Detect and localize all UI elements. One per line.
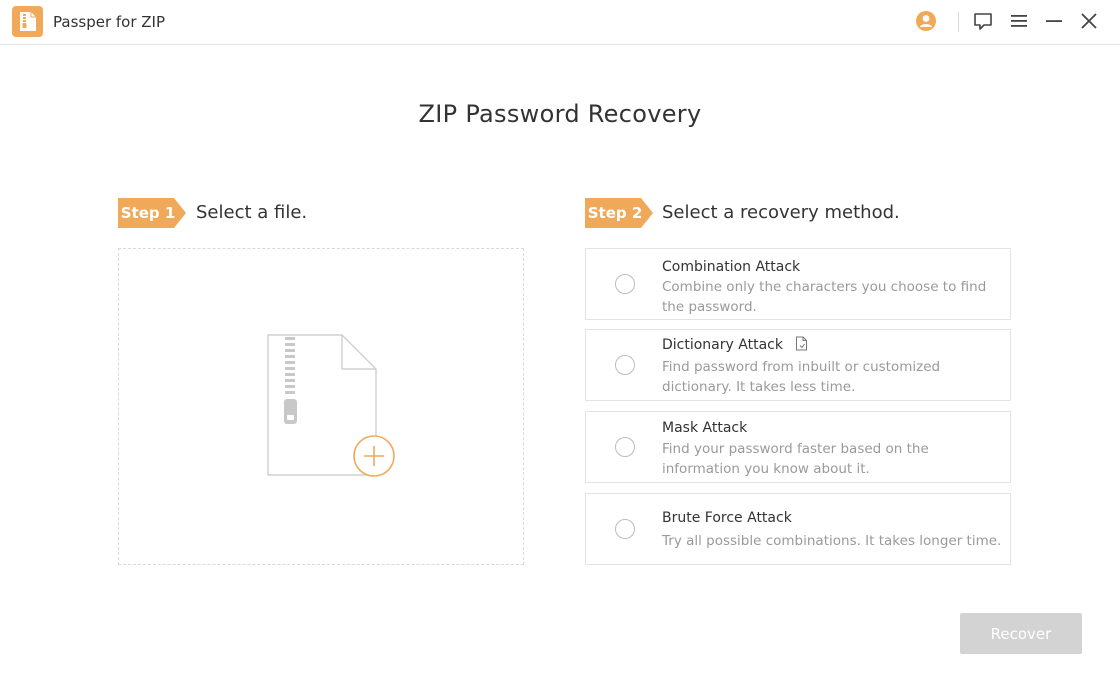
method-title: Dictionary Attack [662, 337, 783, 353]
recover-button[interactable]: Recover [960, 613, 1082, 654]
method-title: Mask Attack [662, 420, 748, 436]
radio-mask-attack[interactable] [615, 437, 635, 457]
page-title: ZIP Password Recovery [418, 100, 702, 128]
close-icon[interactable] [1077, 9, 1101, 33]
method-combination-attack[interactable]: Combination Attack Combine only the char… [585, 248, 1011, 320]
step1-label: Select a file. [196, 202, 308, 223]
step2-label: Select a recovery method. [662, 202, 900, 223]
menu-icon[interactable] [1007, 9, 1031, 33]
method-description: Combine only the characters you choose t… [662, 279, 987, 315]
method-brute-force-attack[interactable]: Brute Force Attack Try all possible comb… [585, 493, 1011, 565]
app-title: Passper for ZIP [53, 13, 166, 31]
titlebar-separator [958, 12, 959, 32]
method-title: Brute Force Attack [662, 510, 792, 526]
method-title-row: Dictionary Attack [662, 336, 808, 354]
radio-brute-force-attack[interactable] [615, 519, 635, 539]
step2-tag: Step 2 [585, 198, 653, 228]
app-logo [12, 6, 43, 37]
radio-dictionary-attack[interactable] [615, 355, 635, 375]
feedback-icon[interactable] [971, 9, 995, 33]
account-icon[interactable] [914, 9, 938, 33]
document-icon[interactable] [795, 336, 808, 351]
step2-tag-label: Step 2 [587, 204, 643, 222]
method-mask-attack[interactable]: Mask Attack Find your password faster ba… [585, 411, 1011, 483]
step1-tag-label: Step 1 [120, 204, 176, 222]
method-description: Find your password faster based on the i… [662, 441, 929, 477]
minimize-icon[interactable] [1042, 9, 1066, 33]
title-bar: Passper for ZIP [0, 0, 1120, 45]
method-description: Find password from inbuilt or customized… [662, 359, 941, 395]
radio-combination-attack[interactable] [615, 274, 635, 294]
step1-tag: Step 1 [118, 198, 186, 228]
method-description: Try all possible combinations. It takes … [662, 533, 1002, 549]
method-dictionary-attack[interactable]: Dictionary Attack Find password from inb… [585, 329, 1011, 401]
file-drop-zone[interactable] [118, 248, 524, 565]
method-title: Combination Attack [662, 259, 801, 275]
add-zip-file-icon[interactable] [266, 333, 396, 479]
